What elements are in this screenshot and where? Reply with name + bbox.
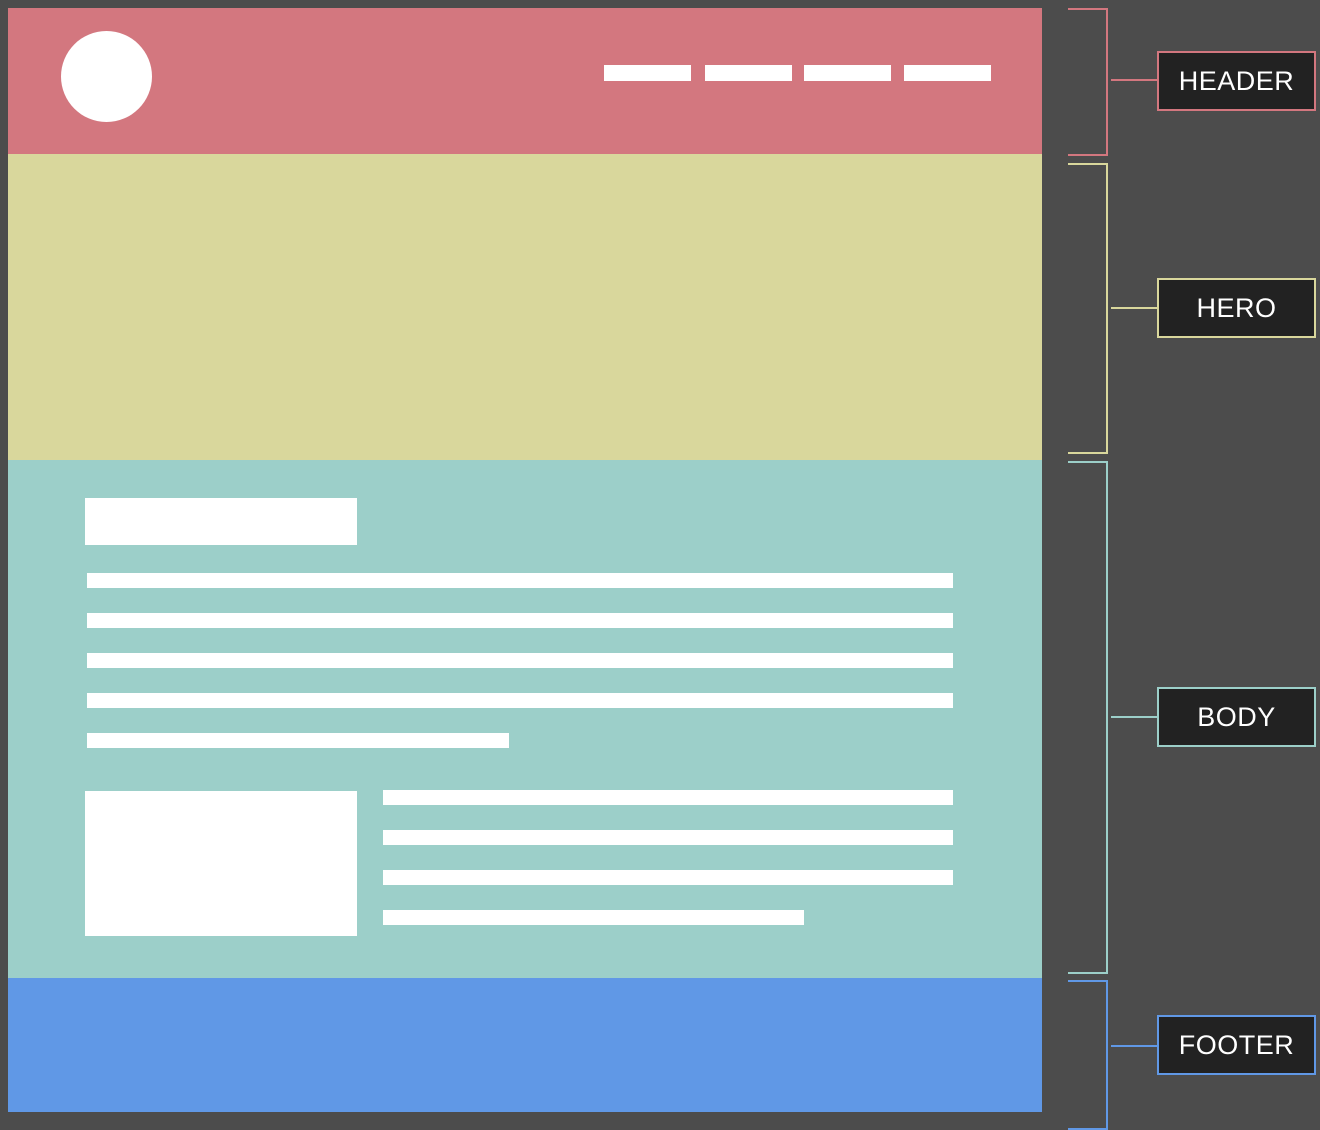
- text-line-placeholder: [87, 733, 509, 748]
- wireframe-page: [8, 8, 1042, 1112]
- nav-item-placeholder: [705, 65, 792, 81]
- text-line-placeholder: [87, 613, 953, 628]
- text-line-placeholder: [87, 693, 953, 708]
- text-line-placeholder: [87, 573, 953, 588]
- hero-connector: [1111, 307, 1157, 309]
- nav-item-placeholder: [604, 65, 691, 81]
- nav-item-placeholder: [904, 65, 991, 81]
- text-line-placeholder: [383, 790, 953, 805]
- header-section: [8, 8, 1042, 154]
- text-line-placeholder: [383, 870, 953, 885]
- text-line-placeholder: [383, 910, 804, 925]
- heading-placeholder: [85, 498, 357, 545]
- logo-placeholder: [61, 31, 152, 122]
- hero-label: HERO: [1157, 278, 1316, 338]
- header-bracket: [1068, 8, 1108, 156]
- body-connector: [1111, 716, 1157, 718]
- body-label: BODY: [1157, 687, 1316, 747]
- footer-section: [8, 978, 1042, 1112]
- body-section: [8, 460, 1042, 978]
- header-connector: [1111, 79, 1157, 81]
- hero-section: [8, 154, 1042, 460]
- text-line-placeholder: [383, 830, 953, 845]
- image-placeholder: [85, 791, 357, 936]
- footer-bracket: [1068, 980, 1108, 1130]
- nav-item-placeholder: [804, 65, 891, 81]
- footer-label: FOOTER: [1157, 1015, 1316, 1075]
- body-bracket: [1068, 461, 1108, 974]
- header-label: HEADER: [1157, 51, 1316, 111]
- text-line-placeholder: [87, 653, 953, 668]
- footer-connector: [1111, 1045, 1157, 1047]
- hero-bracket: [1068, 163, 1108, 454]
